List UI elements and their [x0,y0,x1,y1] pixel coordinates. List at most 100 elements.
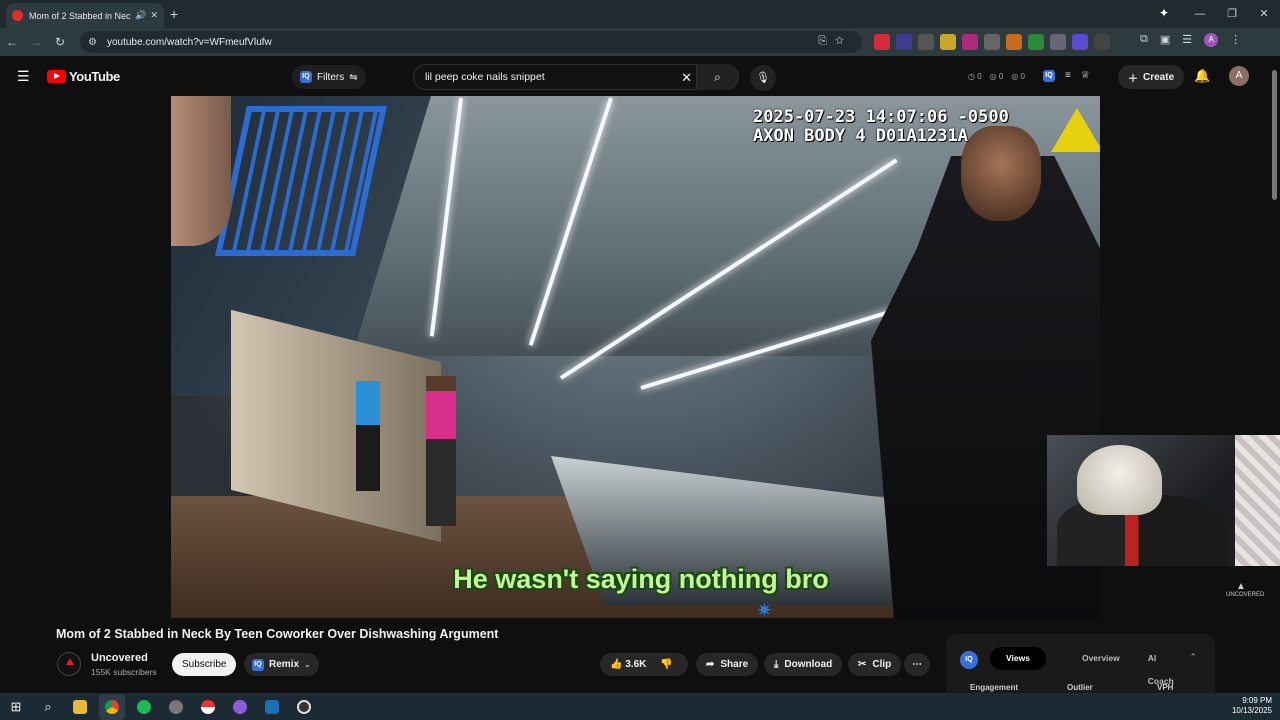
bookmark-star-icon[interactable]: ⎘☆ [818,35,852,48]
browser-tab[interactable]: Mom of 2 Stabbed in Neck 🔊 ✕ [6,3,164,28]
share-label: Share [720,659,749,670]
reload-button[interactable]: ↻ [48,35,72,49]
minimize-button[interactable]: — [1184,0,1216,28]
analytics-tabs: Views Overview AI Coach [990,647,1186,686]
extension-icon[interactable] [918,34,934,50]
remix-button[interactable]: IQ Remix ⌄ [244,653,319,676]
channel-name[interactable]: Uncovered [91,652,148,664]
app-icon[interactable] [291,694,317,720]
discord-icon [233,699,247,714]
address-bar[interactable]: ⚙ youtube.com/watch?v=WFmeufVlufw ⎘☆ [80,31,862,53]
subscribe-button[interactable]: Subscribe [172,653,237,676]
video-player[interactable]: 2025-07-23 14:07:06 -0500 AXON BODY 4 D0… [171,96,1100,618]
obs-icon [297,699,311,714]
file-explorer-icon[interactable] [67,694,93,720]
bodycam-timestamp: 2025-07-23 14:07:06 -0500 AXON BODY 4 D0… [753,108,1009,146]
clear-search-icon[interactable]: ✕ [681,70,692,86]
filters-label: Filters [317,71,345,83]
like-button[interactable]: 👍 3.6K [610,659,646,670]
extension-icon[interactable] [984,34,1000,50]
iq-icon[interactable]: IQ [1043,70,1055,82]
menu-kebab-icon[interactable]: ⋮ [1230,33,1241,47]
tab-views[interactable]: Views [990,647,1046,670]
extension-icon[interactable] [940,34,956,50]
app-icon[interactable] [163,694,189,720]
extension-icon[interactable] [1028,34,1044,50]
create-button[interactable]: ＋ Create [1118,65,1185,89]
extension-icon[interactable] [896,34,912,50]
analytics-labels: Engagement Outlier VPH [970,683,1173,692]
site-info-icon[interactable]: ⚙ [88,37,97,48]
dislike-button[interactable]: 👎 [660,659,672,670]
browser-right-tools: ⧉ ▣ ☰ A ⋮ [1140,33,1241,47]
spotify-icon[interactable] [131,694,157,720]
video-scene-arm [171,96,231,246]
youtube-header: ☰ YouTube IQ Filters ⇋ lil peep coke nai… [0,56,1280,96]
steam-icon[interactable] [259,694,285,720]
side-panel-icon[interactable]: ▣ [1160,33,1170,47]
download-button[interactable]: ⤓ Download [764,653,843,676]
extension-stats: ◷ 0 ◎ 0 ◎ 0 [968,72,1025,81]
timestamp-line: 2025-07-23 14:07:06 -0500 [753,107,1009,127]
list-icon[interactable]: ≡ [1065,70,1071,82]
new-tab-button[interactable]: + [170,6,178,22]
system-clock[interactable]: 9:09 PM 10/13/2025 [1232,696,1272,716]
reading-list-icon[interactable]: ☰ [1182,33,1192,47]
label-engagement: Engagement [970,683,1019,692]
youtube-logo[interactable]: YouTube [47,69,120,84]
create-label: Create [1143,71,1175,83]
hamburger-menu-icon[interactable]: ☰ [17,68,30,85]
maximize-button[interactable]: ❐ [1216,0,1248,28]
stat-item: ◎ 0 [1011,72,1025,81]
extension-icon[interactable] [1072,34,1088,50]
profile-avatar[interactable]: A [1204,33,1219,47]
start-button[interactable]: ⊞ [3,694,29,720]
trophy-icon[interactable]: ♕ [1081,70,1090,82]
clip-button[interactable]: ✂ Clip [848,653,902,676]
like-dislike-group: 👍 3.6K 👎 [600,653,688,676]
share-button[interactable]: ➦ Share [696,653,759,676]
search-taskbar-icon[interactable]: ⌕ [35,694,61,720]
pokeball-icon [201,699,215,714]
page-scrollbar[interactable] [1272,70,1277,200]
search-input[interactable]: lil peep coke nails snippet ✕ ⌕ [413,64,739,90]
extension-icon[interactable] [1006,34,1022,50]
channel-watermark[interactable]: ▲ UNCOVERED [1226,581,1264,598]
iq-icon: IQ [252,658,264,671]
chrome-icon[interactable] [99,693,125,720]
voice-search-button[interactable]: 🎙 [750,65,776,91]
back-button[interactable]: ← [0,35,24,49]
chrome-logo-icon [105,699,119,714]
url-text: youtube.com/watch?v=WFmeufVlufw [106,36,272,48]
extension-icon[interactable] [1050,34,1066,50]
extension-icon[interactable] [962,34,978,50]
more-actions-button[interactable]: ⋯ [904,653,930,676]
close-tab-icon[interactable]: ✕ [150,10,158,21]
tab-ai-coach[interactable]: AI Coach [1138,647,1186,686]
tab-title: Mom of 2 Stabbed in Neck [29,10,132,21]
tab-overview[interactable]: Overview [1072,647,1130,670]
filters-button[interactable]: IQ Filters ⇋ [292,65,366,89]
extensions-row [874,34,1110,50]
close-window-button[interactable]: ✕ [1248,0,1280,28]
gemini-icon[interactable]: ✦ [1159,6,1169,20]
notifications-bell-icon[interactable]: 🔔 [1194,68,1210,84]
user-avatar[interactable]: A [1229,66,1249,86]
chevron-down-icon: ⌄ [304,660,311,669]
app-icon[interactable] [195,694,221,720]
collapse-chevron-icon[interactable]: ⌃ [1189,652,1197,663]
extension-icon[interactable] [874,34,890,50]
iq-icon: IQ [300,71,312,83]
iq-icon: IQ [960,651,978,669]
browser-tab-bar: Mom of 2 Stabbed in Neck 🔊 ✕ + ✦ — ❐ ✕ [0,0,1280,28]
video-title: Mom of 2 Stabbed in Neck By Teen Coworke… [56,627,499,641]
app-icon[interactable] [227,694,253,720]
clock-time: 9:09 PM [1242,696,1272,705]
channel-avatar[interactable] [57,652,81,676]
speaker-icon[interactable]: 🔊 [135,10,146,21]
extension-icon[interactable] [1094,34,1110,50]
forward-button[interactable]: → [24,35,48,49]
magnifier-icon: ⌕ [44,698,52,714]
extensions-puzzle-icon[interactable]: ⧉ [1140,33,1148,47]
search-button[interactable]: ⌕ [696,64,738,90]
